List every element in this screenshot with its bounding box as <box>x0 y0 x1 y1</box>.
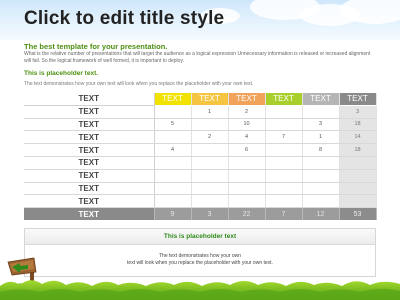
table-row: TEXT <box>24 169 377 183</box>
header-cell[interactable]: TEXT <box>191 93 229 106</box>
row-label[interactable]: TEXT <box>24 130 155 145</box>
row-total-cell[interactable]: 18 <box>339 118 377 132</box>
total-cell[interactable]: 12 <box>302 207 340 220</box>
callout-text-line: The text demonstrates how your own <box>159 253 241 259</box>
table-cell[interactable] <box>154 169 192 183</box>
table-cell[interactable] <box>191 143 229 157</box>
callout-box[interactable]: This is placeholder text The text demons… <box>24 228 376 277</box>
row-label[interactable]: TEXT <box>24 118 155 132</box>
table-cell[interactable] <box>265 194 303 209</box>
table-cell[interactable] <box>154 156 192 170</box>
row-total-cell[interactable]: 3 <box>339 105 377 119</box>
table-cell[interactable] <box>191 169 229 183</box>
row-label[interactable]: TEXT <box>24 169 155 183</box>
row-label[interactable]: TEXT <box>24 156 155 170</box>
callout-text-line: text will look when you replace the plac… <box>127 260 273 266</box>
header-cell[interactable]: TEXT <box>339 93 377 106</box>
slide-body-text[interactable]: What is the relative number of presentat… <box>24 51 376 64</box>
table-cell[interactable] <box>302 182 340 196</box>
table-cell[interactable]: 2 <box>191 130 229 145</box>
slide-subtitle[interactable]: The best template for your presentation. <box>24 42 167 51</box>
table-cell[interactable] <box>228 182 266 196</box>
header-row-label[interactable]: TEXT <box>24 93 155 106</box>
table-cell[interactable]: 5 <box>154 118 192 132</box>
callout-text[interactable]: The text demonstrates how your own text … <box>25 253 375 267</box>
table-cell[interactable] <box>191 182 229 196</box>
header-cell[interactable]: TEXT <box>265 93 303 106</box>
table-cell[interactable] <box>191 118 229 132</box>
row-total-cell[interactable] <box>339 194 377 209</box>
table-cell[interactable] <box>265 143 303 157</box>
table-header-row: TEXT TEXT TEXT TEXT TEXT TEXT TEXT <box>24 93 377 106</box>
table-cell[interactable] <box>302 169 340 183</box>
table-cell[interactable] <box>302 105 340 119</box>
placeholder-description[interactable]: The text demonstrates how your own text … <box>24 81 253 87</box>
table-cell[interactable] <box>302 194 340 209</box>
data-table[interactable]: TEXT TEXT TEXT TEXT TEXT TEXT TEXT TEXT … <box>24 93 377 220</box>
table-cell[interactable] <box>154 130 192 145</box>
row-label[interactable]: TEXT <box>24 182 155 196</box>
table-cell[interactable]: 1 <box>302 130 340 145</box>
table-row: TEXT 1 2 3 <box>24 105 377 119</box>
row-total-cell[interactable]: 18 <box>339 143 377 157</box>
callout-title[interactable]: This is placeholder text <box>25 229 375 245</box>
total-cell[interactable]: 22 <box>228 207 266 220</box>
table-cell[interactable]: 6 <box>228 143 266 157</box>
table-cell[interactable] <box>265 156 303 170</box>
table-cell[interactable] <box>154 105 192 119</box>
header-cell[interactable]: TEXT <box>154 93 192 106</box>
table-cell[interactable] <box>265 182 303 196</box>
table-cell[interactable] <box>265 105 303 119</box>
table-cell[interactable]: 10 <box>228 118 266 132</box>
table-cell[interactable]: 1 <box>191 105 229 119</box>
table-row: TEXT 4 6 8 18 <box>24 143 377 157</box>
table-cell[interactable] <box>265 169 303 183</box>
slide-title[interactable]: Click to edit title style <box>24 8 224 30</box>
table-cell[interactable] <box>154 194 192 209</box>
row-total-cell[interactable] <box>339 156 377 170</box>
row-label[interactable]: TEXT <box>24 105 155 119</box>
table-cell[interactable] <box>191 194 229 209</box>
table-cell[interactable] <box>228 156 266 170</box>
table-row: TEXT <box>24 194 377 209</box>
row-total-cell[interactable] <box>339 169 377 183</box>
table-cell[interactable]: 7 <box>265 130 303 145</box>
table-cell[interactable] <box>191 156 229 170</box>
total-cell[interactable]: 7 <box>265 207 303 220</box>
row-total-cell[interactable] <box>339 182 377 196</box>
placeholder-heading[interactable]: This is placeholder text. <box>24 70 98 77</box>
table-cell[interactable]: 2 <box>228 105 266 119</box>
grand-total-cell[interactable]: 53 <box>339 207 377 220</box>
row-label[interactable]: TEXT <box>24 194 155 209</box>
table-row: TEXT <box>24 182 377 196</box>
table-cell[interactable]: 4 <box>228 130 266 145</box>
total-cell[interactable]: 3 <box>191 207 229 220</box>
table-cell[interactable] <box>228 169 266 183</box>
table-cell[interactable] <box>265 118 303 132</box>
total-row-label[interactable]: TEXT <box>24 207 155 220</box>
table-row: TEXT 5 10 3 18 <box>24 118 377 132</box>
header-cell[interactable]: TEXT <box>228 93 266 106</box>
table-cell[interactable]: 3 <box>302 118 340 132</box>
row-total-cell[interactable]: 14 <box>339 130 377 145</box>
table-row: TEXT 2 4 7 1 14 <box>24 130 377 145</box>
row-label[interactable]: TEXT <box>24 143 155 157</box>
grass-decoration <box>0 280 400 300</box>
table-cell[interactable] <box>302 156 340 170</box>
table-cell[interactable] <box>228 194 266 209</box>
table-cell[interactable]: 8 <box>302 143 340 157</box>
table-cell[interactable]: 4 <box>154 143 192 157</box>
header-cell[interactable]: TEXT <box>302 93 340 106</box>
table-row: TEXT <box>24 156 377 170</box>
total-cell[interactable]: 9 <box>154 207 192 220</box>
table-total-row: TEXT 9 3 22 7 12 53 <box>24 207 377 220</box>
table-cell[interactable] <box>154 182 192 196</box>
